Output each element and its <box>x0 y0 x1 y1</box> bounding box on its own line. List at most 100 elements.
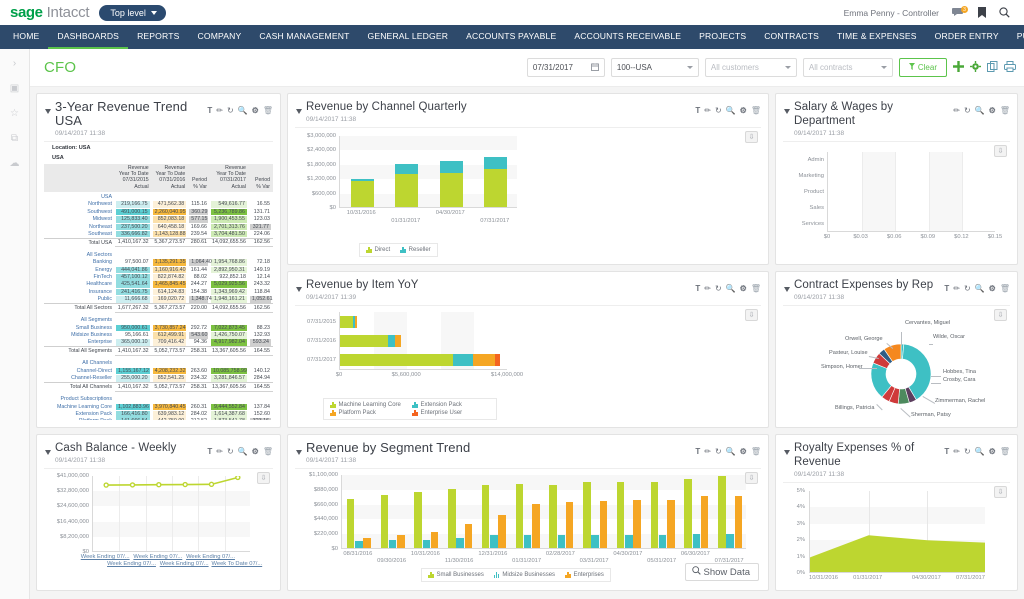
trash-icon[interactable]: 🗑 <box>1000 285 1010 293</box>
bar-segment[interactable] <box>484 169 507 207</box>
expand-chevron-icon[interactable]: › <box>13 59 16 69</box>
nav-item-cash-management[interactable]: CASH MANAGEMENT <box>250 25 358 49</box>
bar-segment[interactable] <box>440 173 463 207</box>
table-row[interactable]: Public11,666.68169,020.721,348.741,948,1… <box>44 296 273 304</box>
star-icon[interactable]: ☆ <box>10 109 19 119</box>
window-icon[interactable]: ▣ <box>10 84 19 94</box>
table-row[interactable]: USA <box>44 192 273 201</box>
nav-item-projects[interactable]: PROJECTS <box>690 25 755 49</box>
magnifier-icon[interactable]: 🔍 <box>975 285 985 293</box>
bar-segment[interactable] <box>495 354 500 366</box>
gear-icon[interactable] <box>970 61 981 75</box>
show-data-button[interactable]: Show Data <box>685 563 759 581</box>
pencil-icon[interactable]: ✏ <box>704 285 711 293</box>
bar-segment[interactable] <box>395 335 400 347</box>
refresh-icon[interactable]: ↻ <box>964 448 971 456</box>
trash-icon[interactable]: 🗑 <box>263 107 273 115</box>
download-icon[interactable]: ⇩ <box>745 472 758 484</box>
data-point[interactable] <box>236 476 240 479</box>
trash-icon[interactable]: 🗑 <box>1000 107 1010 115</box>
funnel-icon[interactable]: T <box>207 107 212 115</box>
collapse-icon[interactable] <box>296 109 302 114</box>
clipboard-icon[interactable]: ⧉ <box>11 134 18 144</box>
table-row[interactable]: Small Business950,000.613,730,857.24292.… <box>44 324 273 331</box>
pencil-icon[interactable]: ✏ <box>953 448 960 456</box>
bar-segment[interactable] <box>617 482 624 548</box>
nav-item-purchasing[interactable]: PURCHASING <box>1008 25 1024 49</box>
bar-segment[interactable] <box>414 492 421 548</box>
refresh-icon[interactable]: ↻ <box>964 107 971 115</box>
pencil-icon[interactable]: ✏ <box>953 107 960 115</box>
bar-segment[interactable] <box>440 161 463 173</box>
bar-segment[interactable] <box>558 535 565 548</box>
bar-segment[interactable] <box>583 482 590 548</box>
nav-item-reports[interactable]: REPORTS <box>128 25 188 49</box>
bar-segment[interactable] <box>549 485 556 548</box>
date-filter[interactable]: 07/31/2017 <box>527 58 605 77</box>
data-point[interactable] <box>183 483 187 487</box>
bar-segment[interactable] <box>351 179 374 181</box>
customer-filter[interactable]: All customers <box>705 58 797 77</box>
trash-icon[interactable]: 🗑 <box>751 448 761 456</box>
bar-segment[interactable] <box>633 500 640 548</box>
table-row[interactable]: Healthcare425,541.641,465,845.45244.275,… <box>44 281 273 288</box>
pencil-icon[interactable]: ✏ <box>704 448 711 456</box>
trash-icon[interactable]: 🗑 <box>263 448 273 456</box>
contract-filter[interactable]: All contracts <box>803 58 893 77</box>
bar-segment[interactable] <box>591 535 598 548</box>
table-row[interactable]: Midsize Business95,166.61612,499.91543.6… <box>44 332 273 339</box>
magnifier-icon[interactable]: 🔍 <box>726 285 736 293</box>
bar-segment[interactable] <box>651 482 658 548</box>
bar-segment[interactable] <box>431 532 438 548</box>
nav-item-accounts-receivable[interactable]: ACCOUNTS RECEIVABLE <box>565 25 690 49</box>
table-row[interactable]: Northeast237,500.20640,458.18169.662,701… <box>44 223 273 230</box>
collapse-icon[interactable] <box>784 287 790 292</box>
data-point[interactable] <box>131 483 135 487</box>
bar-segment[interactable] <box>667 500 674 548</box>
bar-segment[interactable] <box>347 499 354 548</box>
magnifier-icon[interactable]: 🔍 <box>726 448 736 456</box>
add-icon[interactable] <box>953 61 964 75</box>
download-icon[interactable]: ⇩ <box>994 486 1007 498</box>
bookmark-icon[interactable] <box>978 7 986 18</box>
legend-item[interactable]: Platform Pack <box>330 410 408 416</box>
table-row[interactable]: Total All Channels1,410,167.325,052,773.… <box>44 383 273 391</box>
table-row[interactable]: Midwest125,833.40852,083.18577.151,900,4… <box>44 216 273 223</box>
table-row[interactable]: FinTech457,100.12822,874.8288.02922,852.… <box>44 274 273 281</box>
refresh-icon[interactable]: ↻ <box>715 107 722 115</box>
table-row[interactable]: All Segments <box>44 315 273 324</box>
table-row[interactable]: All Sectors <box>44 250 273 259</box>
bar-segment[interactable] <box>726 534 733 548</box>
collapse-icon[interactable] <box>45 109 51 114</box>
bar-segment[interactable] <box>498 515 505 548</box>
bar-segment[interactable] <box>659 535 666 548</box>
magnifier-icon[interactable]: 🔍 <box>238 107 248 115</box>
table-row[interactable]: Platform Pack141,666.54442,750.00212.521… <box>44 418 273 420</box>
bar-segment[interactable] <box>465 524 472 548</box>
legend-item[interactable]: Reseller <box>400 247 431 253</box>
bar-segment[interactable] <box>448 489 455 548</box>
gear-icon[interactable]: ⚙ <box>740 107 747 115</box>
bar-segment[interactable] <box>484 157 507 169</box>
collapse-icon[interactable] <box>784 109 790 114</box>
table-row[interactable]: Northwest219,166.75471,562.38115.16549,6… <box>44 201 273 208</box>
bar-segment[interactable] <box>340 354 453 366</box>
collapse-icon[interactable] <box>296 450 302 455</box>
nav-item-time-expenses[interactable]: TIME & EXPENSES <box>828 25 926 49</box>
pencil-icon[interactable]: ✏ <box>216 448 223 456</box>
bar-segment[interactable] <box>395 174 418 207</box>
pencil-icon[interactable]: ✏ <box>704 107 711 115</box>
clear-filters-button[interactable]: Clear <box>899 58 947 77</box>
legend-item[interactable]: Enterprises <box>565 572 604 578</box>
magnifier-icon[interactable]: 🔍 <box>726 107 736 115</box>
gear-icon[interactable]: ⚙ <box>989 107 996 115</box>
refresh-icon[interactable]: ↻ <box>964 285 971 293</box>
table-row[interactable]: Total All Segments1,410,167.325,052,773.… <box>44 347 273 355</box>
bar-segment[interactable] <box>693 534 700 548</box>
bar-segment[interactable] <box>473 354 495 366</box>
trash-icon[interactable]: 🗑 <box>751 107 761 115</box>
table-row[interactable]: Machine Learning Core1,102,883.963,970,8… <box>44 403 273 410</box>
bar-segment[interactable] <box>456 538 463 548</box>
bar-segment[interactable] <box>718 476 725 548</box>
table-row[interactable]: Extension Pack166,416.80639,983.12284.02… <box>44 411 273 418</box>
